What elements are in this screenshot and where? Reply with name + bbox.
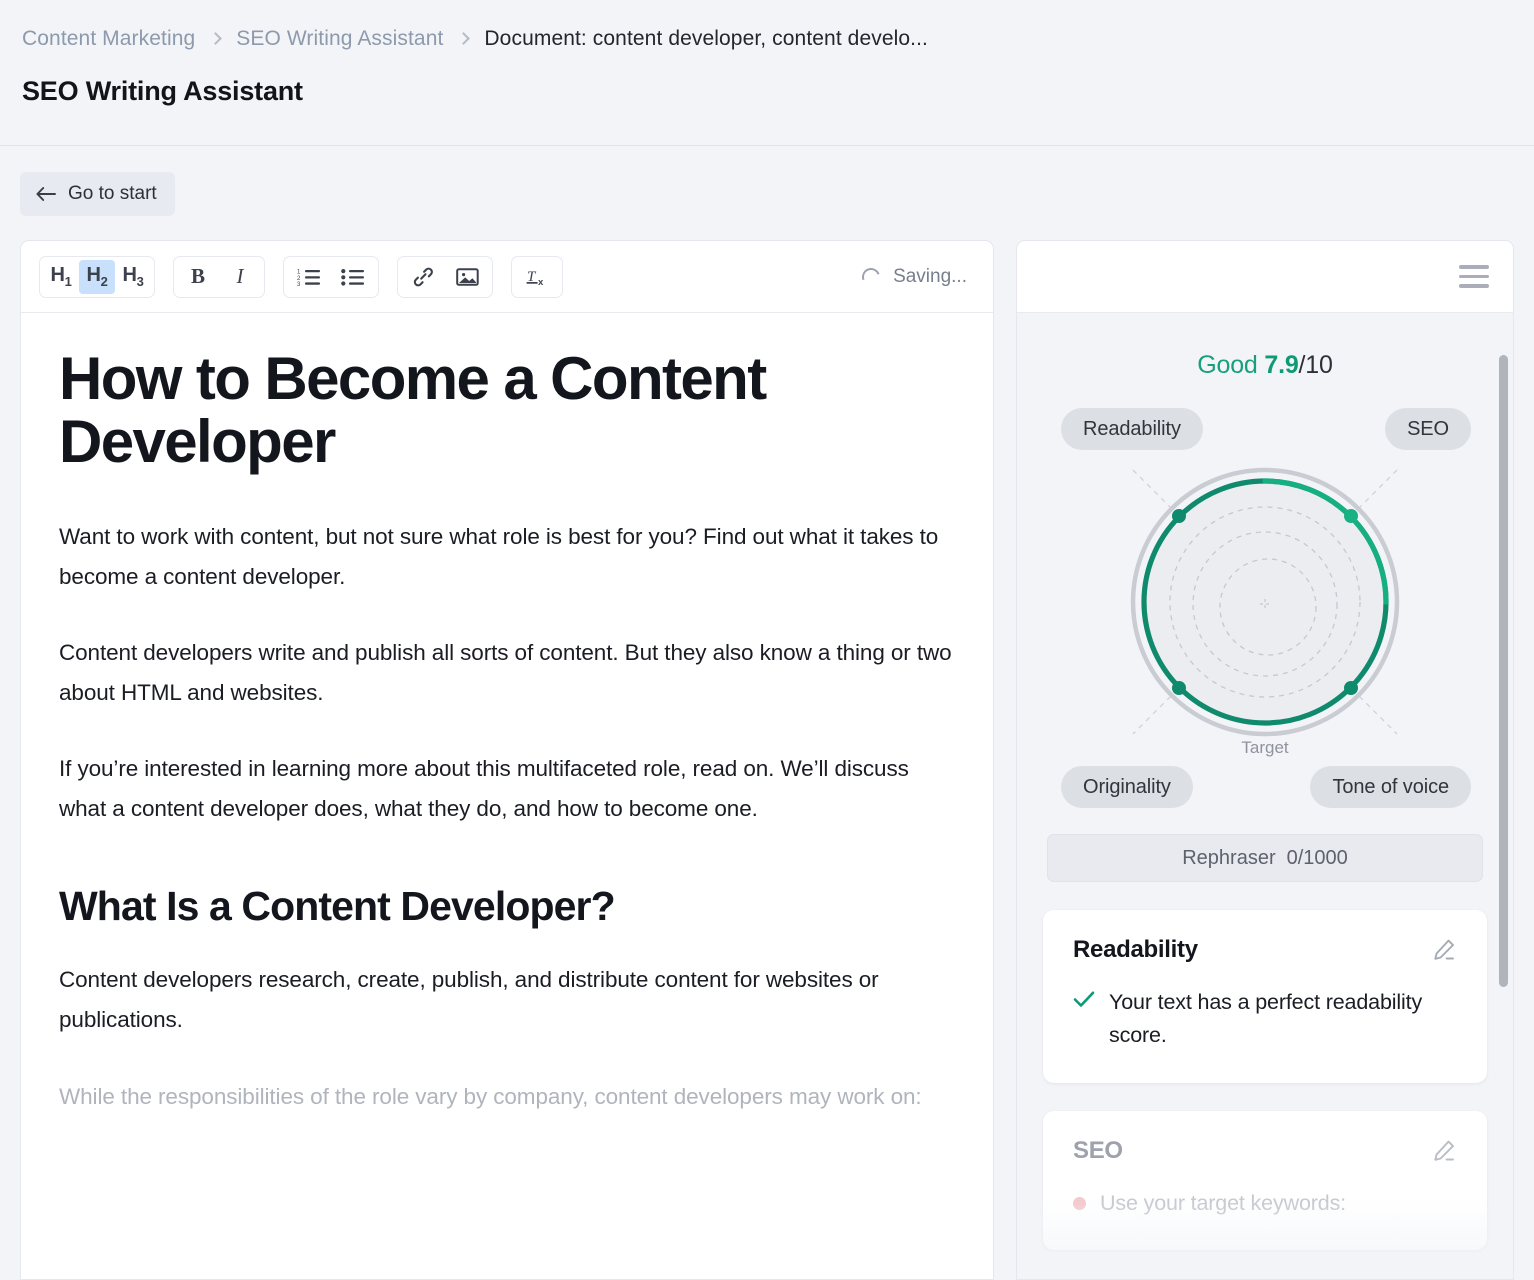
editor-toolbar: H1 H2 H3 B I 1 2 3 T x Saving... xyxy=(21,241,993,313)
panel-body: Good 7.9/10 Readability SEO Target Origi… xyxy=(1017,351,1513,1279)
clear-formatting-icon: T x xyxy=(526,269,544,288)
pencil-icon[interactable] xyxy=(1431,937,1457,963)
dot-icon xyxy=(1073,1196,1086,1210)
insert-button-group xyxy=(397,255,493,298)
clear-format-group: T x xyxy=(511,255,563,298)
page-title: SEO Writing Assistant xyxy=(22,76,303,106)
image-button[interactable] xyxy=(445,260,489,294)
card-header: Readability xyxy=(1073,936,1457,964)
document-heading-2[interactable]: What Is a Content Developer? xyxy=(59,883,955,930)
radar-svg xyxy=(1130,467,1400,737)
document-paragraph[interactable]: Content developers write and publish all… xyxy=(59,633,955,713)
bold-button[interactable]: B xyxy=(177,260,219,294)
rephraser-button[interactable]: Rephraser 0/1000 xyxy=(1047,834,1483,882)
seo-assistant-panel: Good 7.9/10 Readability SEO Target Origi… xyxy=(1016,240,1514,1280)
radar-point-originality xyxy=(1172,681,1186,695)
card-row: Your text has a perfect readability scor… xyxy=(1073,986,1457,1053)
bold-icon: B xyxy=(190,264,205,288)
chevron-right-icon xyxy=(209,31,223,45)
heading-2-button[interactable]: H2 xyxy=(79,259,115,294)
score-value: 7.9 xyxy=(1264,351,1299,379)
radar-point-seo xyxy=(1344,509,1358,523)
document-paragraph[interactable]: Want to work with content, but not sure … xyxy=(59,517,955,597)
save-status-label: Saving... xyxy=(893,265,967,287)
rephraser-counter: 0/1000 xyxy=(1286,846,1348,869)
breadcrumb: Content Marketing SEO Writing Assistant … xyxy=(22,27,928,51)
target-label: Target xyxy=(1241,738,1289,757)
card-row: Use your target keywords: xyxy=(1073,1187,1457,1220)
metric-chip-label: Originality xyxy=(1083,775,1171,798)
go-to-start-button[interactable]: Go to start xyxy=(20,172,175,216)
list-button-group: 1 2 3 xyxy=(283,255,379,298)
document-paragraph[interactable]: While the responsibilities of the role v… xyxy=(59,1077,955,1117)
metric-chip-originality[interactable]: Originality xyxy=(1061,766,1193,808)
metric-chip-tone-of-voice[interactable]: Tone of voice xyxy=(1310,766,1471,808)
document-paragraph[interactable]: If you’re interested in learning more ab… xyxy=(59,749,955,829)
card-text: Your text has a perfect readability scor… xyxy=(1109,990,1423,1048)
metric-chips-bottom: Originality Tone of voice xyxy=(1017,766,1513,810)
rephraser-label: Rephraser xyxy=(1182,846,1276,869)
chevron-right-icon xyxy=(457,31,471,45)
score-label: Good xyxy=(1197,351,1258,379)
breadcrumb-item-content-marketing[interactable]: Content Marketing xyxy=(22,27,195,51)
document-paragraph[interactable]: Content developers research, create, pub… xyxy=(59,960,955,1040)
metric-chip-readability[interactable]: Readability xyxy=(1061,408,1203,450)
link-button[interactable] xyxy=(401,260,445,294)
radar-point-tone-of-voice xyxy=(1344,681,1358,695)
link-icon xyxy=(413,267,433,286)
spinner-icon xyxy=(859,264,884,289)
bullet-list-icon xyxy=(341,268,364,286)
svg-text:x: x xyxy=(538,277,544,288)
hamburger-menu-icon[interactable] xyxy=(1457,263,1491,291)
top-header-bar: Content Marketing SEO Writing Assistant … xyxy=(0,0,1534,146)
breadcrumb-item-seo-writing-assistant[interactable]: SEO Writing Assistant xyxy=(236,27,443,51)
seo-card: SEO Use your target keywords: xyxy=(1043,1110,1487,1250)
ordered-list-button[interactable]: 1 2 3 xyxy=(287,260,331,294)
panel-header xyxy=(1017,241,1513,313)
bullet-list-button[interactable] xyxy=(331,260,375,294)
text-style-button-group: B I xyxy=(173,255,265,298)
card-header: SEO xyxy=(1073,1137,1457,1165)
heading-3-button[interactable]: H3 xyxy=(115,260,151,294)
overall-score: Good 7.9/10 xyxy=(1017,351,1513,380)
save-status: Saving... xyxy=(859,264,967,289)
metric-chip-seo[interactable]: SEO xyxy=(1385,408,1471,450)
quality-radar-chart: Target xyxy=(1017,454,1513,772)
italic-button[interactable]: I xyxy=(219,260,261,294)
document-title[interactable]: How to Become a Content Developer xyxy=(59,347,955,473)
italic-icon: I xyxy=(236,264,244,288)
image-icon xyxy=(455,267,479,286)
heading-button-group: H1 H2 H3 xyxy=(39,255,155,298)
heading-1-button[interactable]: H1 xyxy=(43,260,79,294)
card-title: SEO xyxy=(1073,1136,1123,1164)
svg-text:2: 2 xyxy=(297,275,301,281)
panel-scrollbar-thumb[interactable] xyxy=(1499,355,1508,987)
radar-point-readability xyxy=(1172,509,1186,523)
editor-card: H1 H2 H3 B I 1 2 3 T x Saving... How to … xyxy=(20,240,994,1280)
metric-chips-top: Readability SEO xyxy=(1017,408,1513,452)
card-text: Use your target keywords: xyxy=(1100,1190,1346,1215)
metric-chip-label: SEO xyxy=(1407,417,1449,440)
document-editor-body[interactable]: How to Become a Content Developer Want t… xyxy=(21,313,993,1279)
breadcrumb-item-document: Document: content developer, content dev… xyxy=(484,27,928,50)
metric-chip-label: Readability xyxy=(1083,417,1181,440)
metric-chip-label: Tone of voice xyxy=(1332,775,1449,798)
pencil-icon[interactable] xyxy=(1431,1138,1457,1164)
arrow-left-icon xyxy=(36,187,56,201)
ordered-list-icon: 1 2 3 xyxy=(297,269,320,287)
readability-card: Readability Your text has a perfect read… xyxy=(1043,910,1487,1083)
clear-formatting-button[interactable]: T x xyxy=(515,260,559,294)
card-title: Readability xyxy=(1073,936,1198,963)
svg-text:1: 1 xyxy=(297,269,301,275)
check-icon xyxy=(1073,991,1095,1007)
go-to-start-label: Go to start xyxy=(68,183,157,204)
svg-text:3: 3 xyxy=(297,282,301,287)
score-denominator: /10 xyxy=(1298,351,1333,379)
